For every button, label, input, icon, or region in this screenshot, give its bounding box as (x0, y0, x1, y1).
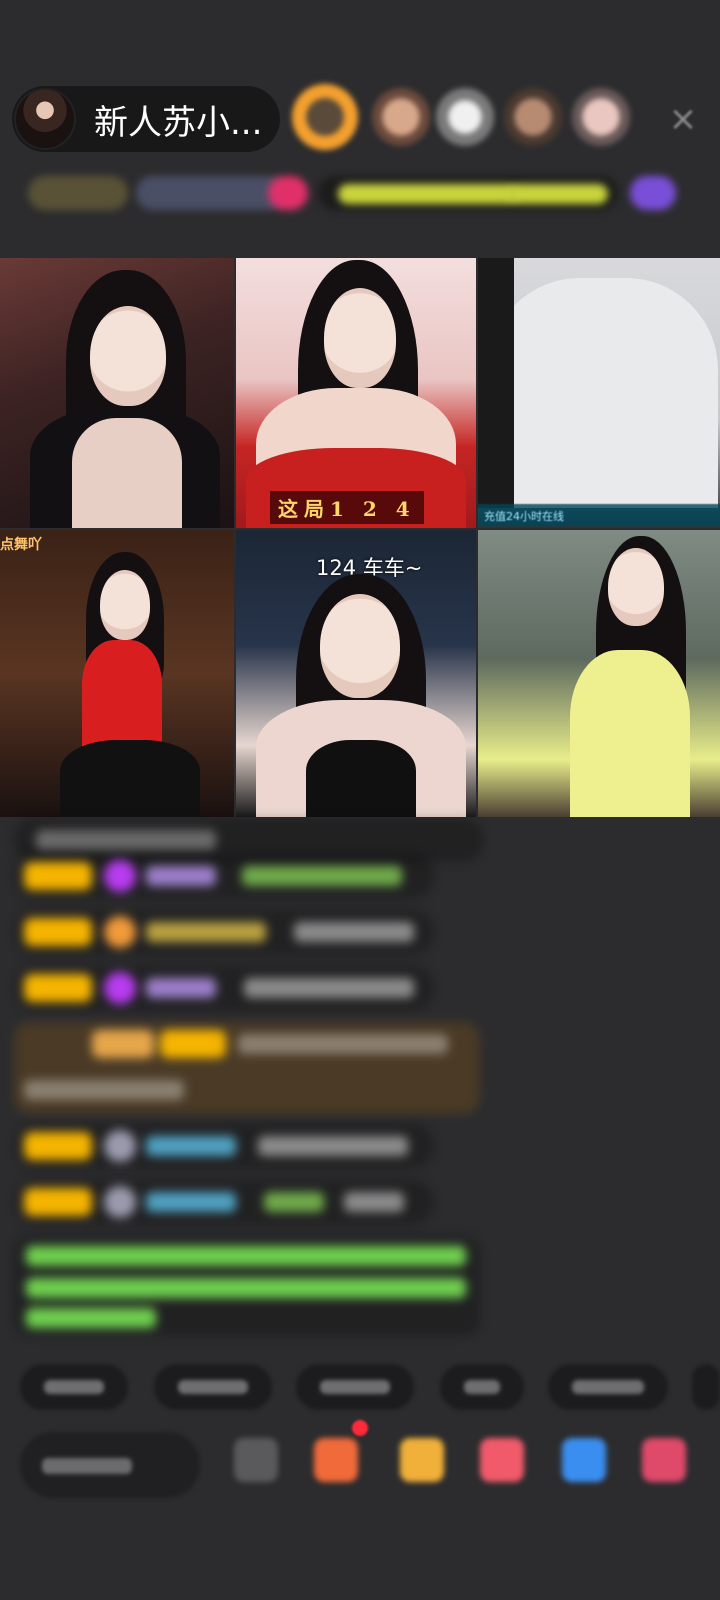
video-tile[interactable]: 点舞吖 (0, 530, 234, 817)
top-bar: 新人苏小... × (12, 84, 712, 162)
streamer-outfit (82, 640, 162, 750)
streamer-outfit (306, 740, 416, 817)
emoji-icon[interactable] (234, 1438, 278, 1482)
streamer-skin (72, 418, 182, 528)
video-tile[interactable] (0, 258, 234, 528)
quick-chip[interactable] (20, 1364, 128, 1410)
chat-username (146, 1192, 236, 1212)
chat-message (14, 854, 434, 898)
level-badge (24, 918, 92, 946)
viewer-avatar[interactable] (372, 88, 430, 146)
chat-text (344, 1192, 404, 1212)
gem-icon (104, 860, 136, 892)
quick-chip[interactable] (440, 1364, 524, 1410)
chat-text (238, 1034, 448, 1054)
chat-message (14, 910, 434, 954)
gift-box-icon[interactable] (314, 1438, 358, 1482)
chat-input[interactable] (20, 1432, 200, 1498)
notice-text (26, 1278, 466, 1298)
quick-chip[interactable] (692, 1364, 720, 1410)
streamer-face (324, 288, 396, 388)
quick-reply-chips (20, 1364, 720, 1412)
quick-chip[interactable] (296, 1364, 414, 1410)
gem-icon (104, 1186, 136, 1218)
tile-ticker: 充值24小时在线 (478, 504, 720, 526)
host-info-pill[interactable]: 新人苏小... (12, 86, 280, 152)
chat-text (24, 1080, 184, 1100)
gift-icon[interactable] (400, 1438, 444, 1482)
chat-message (14, 1180, 434, 1224)
bottom-action-bar (0, 1420, 720, 1530)
notice-text (26, 1246, 466, 1266)
streamer-pants (60, 740, 200, 817)
video-tile[interactable]: 充值24小时在线 (478, 258, 720, 528)
status-badge (28, 176, 128, 210)
viewer-avatar[interactable] (436, 88, 494, 146)
video-tile[interactable]: 这局1 2 4 (236, 258, 476, 528)
host-avatar[interactable] (14, 88, 76, 150)
streamer-face (100, 570, 150, 640)
chat-text (244, 978, 414, 998)
close-icon[interactable]: × (668, 102, 698, 136)
notice-text (26, 1308, 156, 1328)
chat-message (14, 966, 434, 1010)
host-name: 新人苏小... (94, 102, 263, 143)
video-tile[interactable]: 124 车车~ (236, 530, 476, 817)
viewer-avatar[interactable] (504, 88, 562, 146)
level-badge (24, 862, 92, 890)
chat-username (146, 866, 216, 886)
gem-icon (104, 1130, 136, 1162)
status-badge (268, 176, 308, 210)
chat-text (258, 1136, 408, 1156)
more-icon[interactable] (642, 1438, 686, 1482)
streamer-face (320, 594, 400, 698)
quick-chip[interactable] (548, 1364, 668, 1410)
status-badge-row (18, 170, 698, 216)
streamer-face (90, 306, 166, 406)
chat-text (242, 866, 402, 886)
video-tile[interactable] (478, 530, 720, 817)
chat-message (14, 1124, 434, 1168)
chat-username (146, 1136, 236, 1156)
system-notice (14, 1236, 480, 1336)
status-badge (136, 176, 286, 210)
chat-text (294, 922, 414, 942)
share-icon[interactable] (562, 1438, 606, 1482)
status-badge (508, 184, 608, 204)
notification-dot (352, 1420, 368, 1436)
streamer-outfit (570, 650, 690, 817)
streamer-outfit (488, 278, 718, 508)
chat-username (146, 922, 266, 942)
level-badge (160, 1030, 226, 1058)
level-badge (92, 1030, 154, 1058)
chat-username (146, 978, 216, 998)
viewer-avatar[interactable] (292, 84, 358, 150)
level-badge (24, 1188, 92, 1216)
status-badge (338, 184, 518, 204)
level-badge (24, 974, 92, 1002)
quick-chip[interactable] (154, 1364, 272, 1410)
viewer-avatar[interactable] (572, 88, 630, 146)
multi-guest-video-grid: 这局1 2 4 充值24小时在线 点舞吖 124 车车~ (0, 258, 720, 817)
gem-icon (104, 916, 136, 948)
gem-icon (104, 972, 136, 1004)
chat-text (36, 830, 216, 850)
streamer-hair (478, 258, 514, 508)
tile-caption: 这局1 2 4 (270, 491, 424, 524)
tile-caption: 点舞吖 (0, 537, 42, 553)
chat-message-highlight (14, 1022, 480, 1114)
chat-text (264, 1192, 324, 1212)
heart-icon[interactable] (480, 1438, 524, 1482)
status-badge (630, 176, 676, 210)
level-badge (24, 1132, 92, 1160)
streamer-face (608, 548, 664, 626)
